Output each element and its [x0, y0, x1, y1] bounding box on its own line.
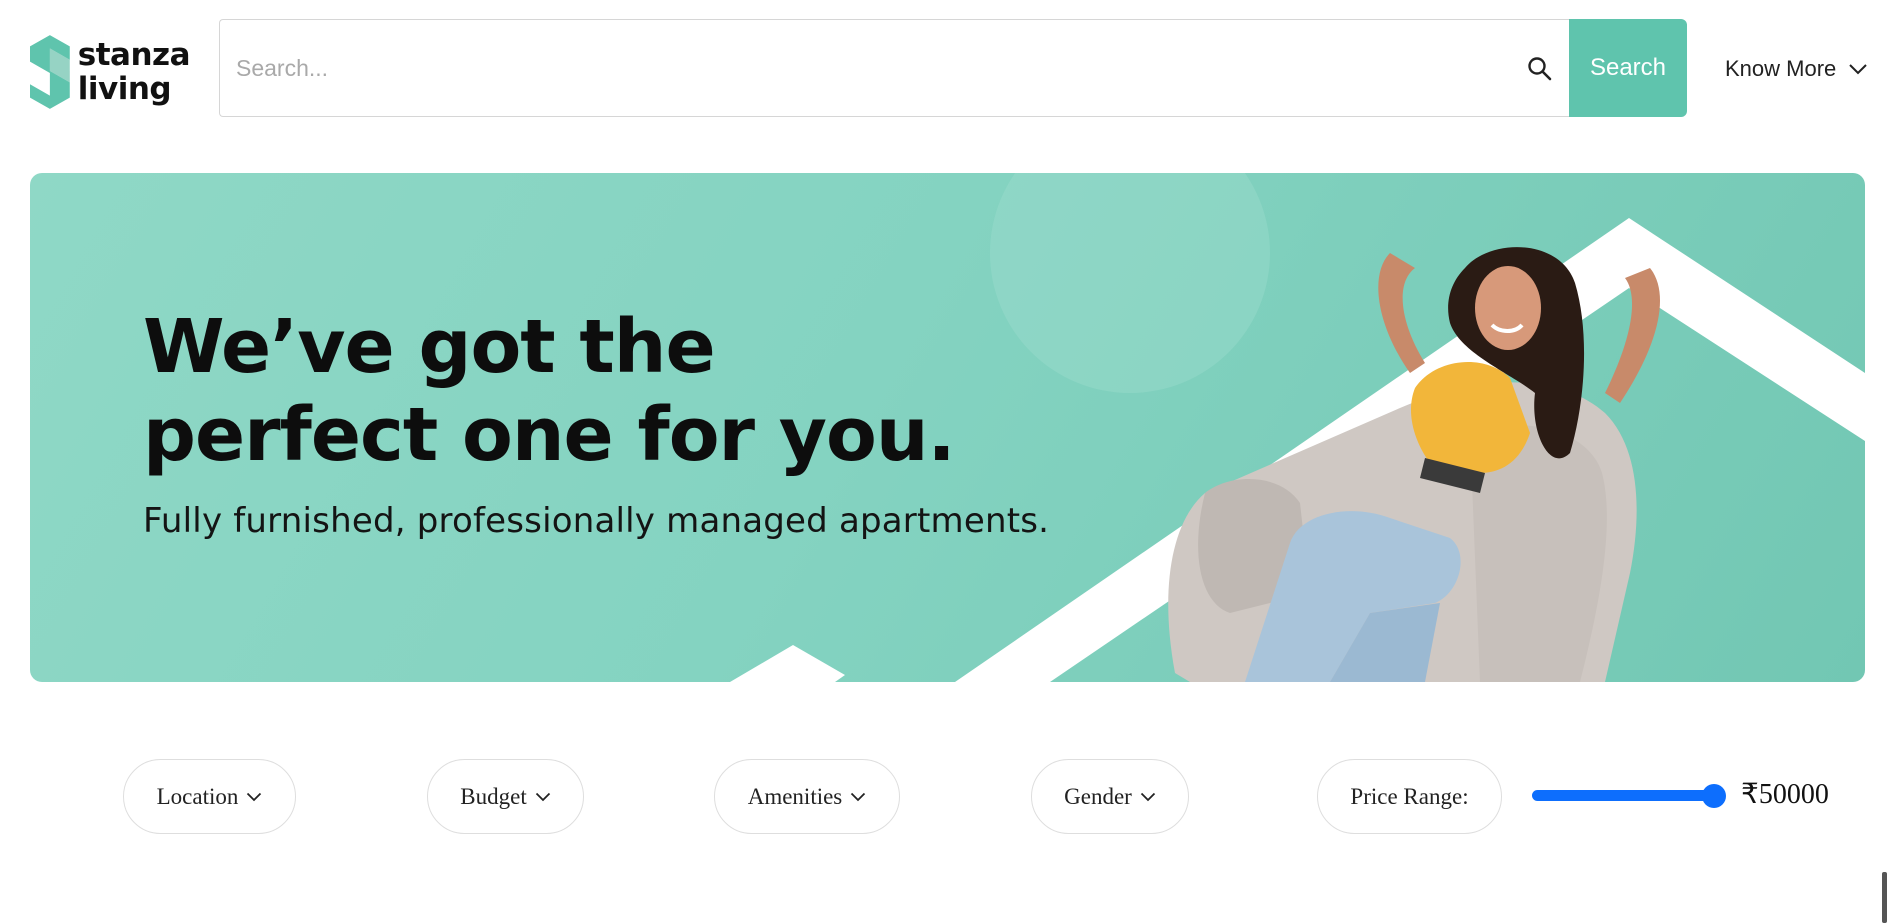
chevron-down-icon — [535, 792, 550, 801]
chevron-down-icon — [1140, 792, 1155, 801]
hero-subheadline: Fully furnished, professionally managed … — [143, 501, 1050, 541]
top-header: stanza living Search Know More — [0, 0, 1887, 140]
price-range-label-pill: Price Range: — [1317, 759, 1502, 834]
filter-location[interactable]: Location — [123, 759, 296, 834]
chevron-down-icon — [851, 792, 866, 801]
filter-amenities[interactable]: Amenities — [714, 759, 900, 834]
hero-banner: We’ve got the perfect one for you. Fully… — [30, 173, 1865, 682]
chevron-down-icon — [1849, 64, 1867, 75]
logo-line-1: stanza — [77, 37, 191, 73]
page-scrollbar-thumb[interactable] — [1882, 872, 1887, 923]
hero-headline-line-2: perfect one for you. — [143, 392, 956, 478]
filter-amenities-label: Amenities — [747, 783, 843, 809]
know-more-label: Know More — [1725, 56, 1837, 81]
chevron-down-icon — [247, 792, 262, 801]
search-input[interactable] — [236, 20, 1516, 116]
price-range-label: Price Range: — [1350, 783, 1469, 809]
filter-gender-label: Gender — [1064, 783, 1132, 809]
slider-thumb[interactable] — [1702, 784, 1726, 808]
stanza-living-logo[interactable]: stanza living — [30, 32, 191, 112]
logo-wordmark: stanza living — [77, 37, 191, 107]
search-button[interactable]: Search — [1569, 19, 1687, 117]
filter-budget-label: Budget — [460, 783, 527, 809]
price-range-slider[interactable] — [1532, 784, 1726, 808]
slider-track[interactable] — [1532, 790, 1718, 801]
search-box — [219, 19, 1569, 117]
filter-budget[interactable]: Budget — [427, 759, 584, 834]
filter-gender[interactable]: Gender — [1031, 759, 1189, 834]
logo-mark-icon — [30, 35, 70, 109]
know-more-dropdown[interactable]: Know More — [1725, 52, 1868, 86]
logo-line-2: living — [77, 71, 172, 107]
hero-headline: We’ve got the perfect one for you. — [143, 303, 956, 479]
filter-location-label: Location — [156, 783, 239, 809]
price-range-value: ₹50000 — [1741, 779, 1829, 810]
search-icon[interactable] — [1527, 56, 1553, 82]
hero-headline-line-1: We’ve got the — [143, 304, 716, 390]
